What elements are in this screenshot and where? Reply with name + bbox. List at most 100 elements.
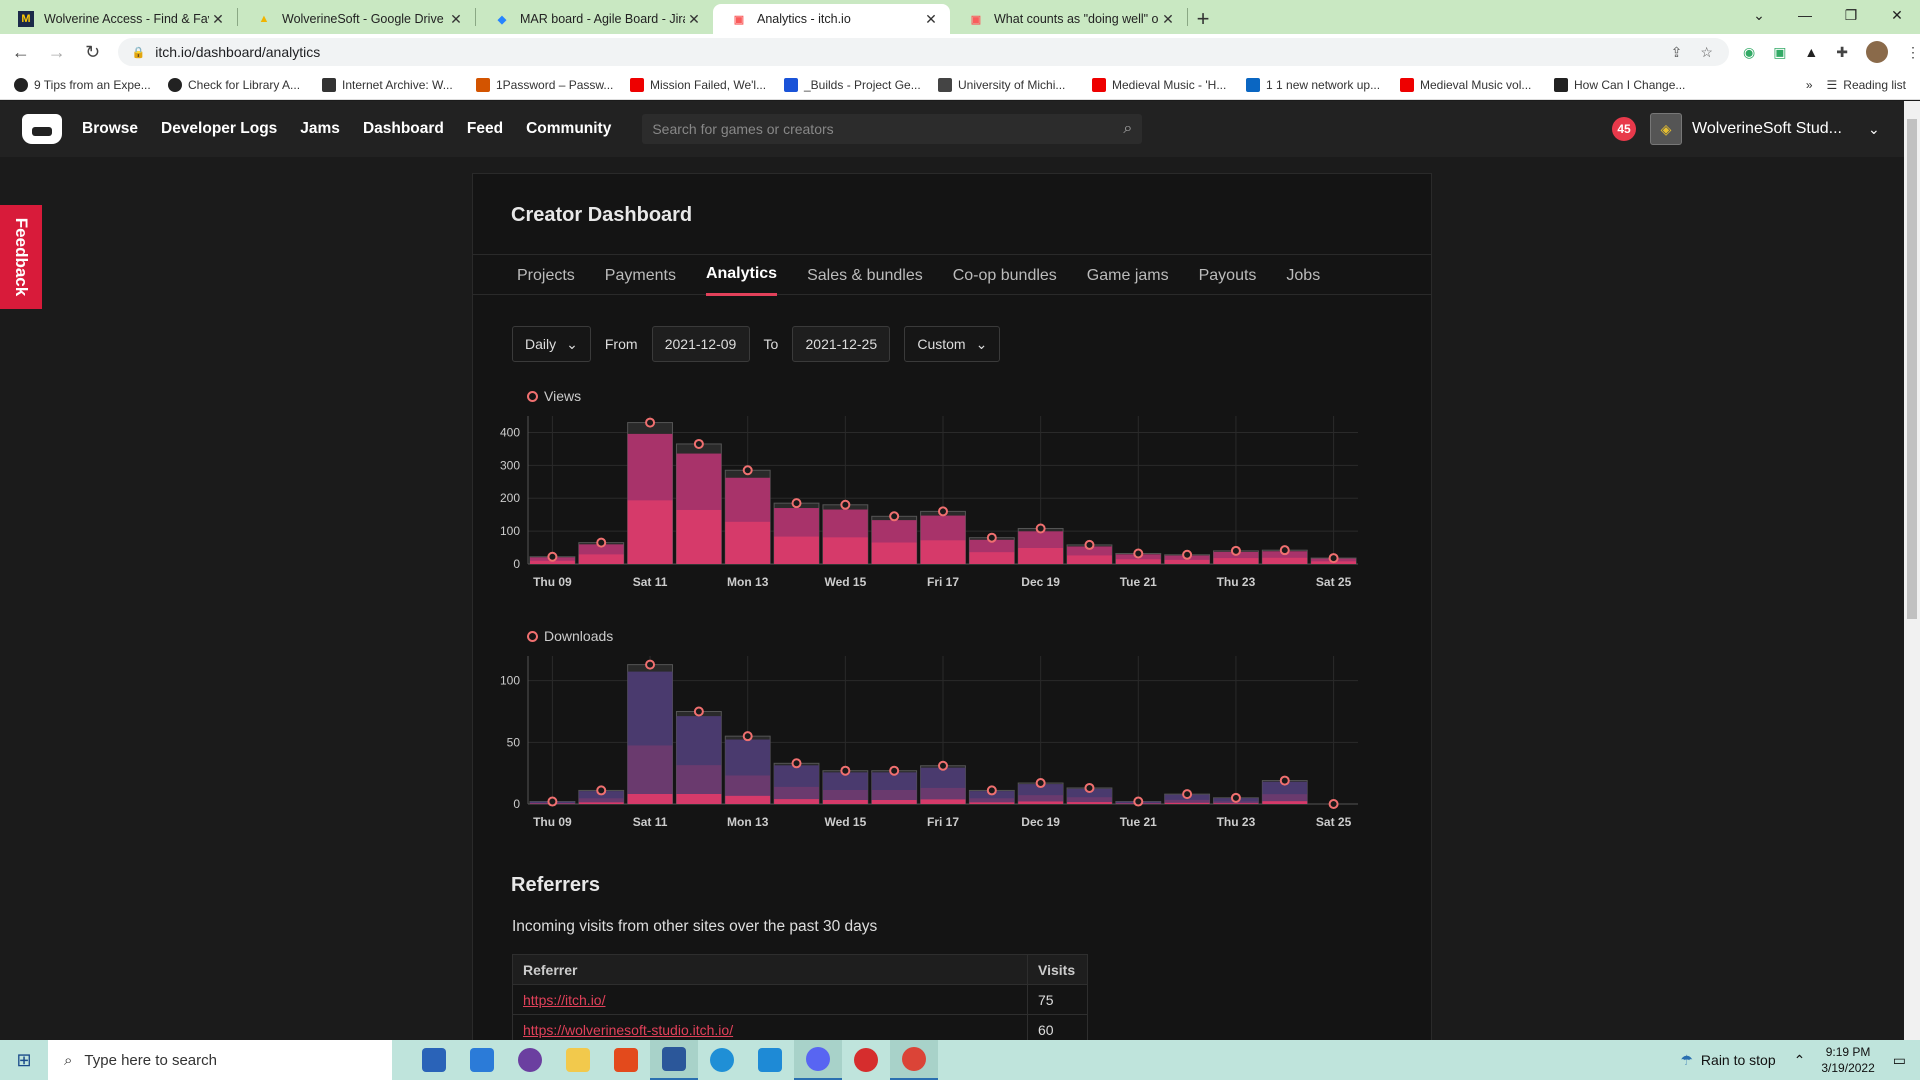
file-explorer-icon[interactable] xyxy=(554,1040,602,1080)
url-bar[interactable]: 🔒 itch.io/dashboard/analytics ⇪ ☆ xyxy=(117,38,1729,66)
notifications-icon[interactable]: ▭ xyxy=(1893,1052,1906,1069)
data-point xyxy=(547,551,558,562)
data-point xyxy=(840,765,851,776)
user-menu[interactable]: ◈ WolverineSoft Stud... ⌄ xyxy=(1650,113,1880,145)
forward-icon[interactable]: → xyxy=(42,42,72,63)
range-select[interactable]: Custom ⌄ xyxy=(904,326,1001,362)
extension-icon[interactable]: ▲ xyxy=(1804,44,1818,60)
extension-icon[interactable]: ▣ xyxy=(1773,44,1786,61)
nav-browse[interactable]: Browse xyxy=(82,120,138,138)
weather-text[interactable]: Rain to stop xyxy=(1701,1052,1776,1068)
menu-icon[interactable]: ⋮ xyxy=(1906,44,1920,61)
bookmark-star-icon[interactable]: ☆ xyxy=(1700,44,1713,61)
chrome-icon[interactable] xyxy=(890,1040,938,1080)
scrollbar[interactable] xyxy=(1904,101,1920,1041)
chevron-down-icon[interactable]: ⌄ xyxy=(1868,121,1880,138)
date-controls: Daily ⌄ From 2021-12-09 To 2021-12-25 Cus… xyxy=(512,326,1001,362)
office-icon[interactable] xyxy=(602,1040,650,1080)
share-icon[interactable]: ⇪ xyxy=(1671,44,1683,61)
x-tick-label: Sat 11 xyxy=(633,815,668,829)
bookmarks-overflow-icon[interactable]: » xyxy=(1806,78,1813,92)
bar-segment xyxy=(1164,559,1210,564)
search-icon[interactable]: ⌕ xyxy=(1123,120,1132,138)
bookmark[interactable]: How Can I Change... xyxy=(1554,77,1694,92)
windows-start-icon[interactable]: ⊞ xyxy=(0,1050,48,1071)
weather-icon[interactable]: ☂ xyxy=(1680,1052,1693,1069)
interval-select[interactable]: Daily ⌄ xyxy=(512,326,591,362)
avatar: ◈ xyxy=(1650,113,1682,145)
minimize-icon[interactable]: — xyxy=(1782,0,1828,30)
bookmark[interactable]: Medieval Music vol... xyxy=(1400,77,1540,92)
new-tab-icon[interactable]: + xyxy=(1188,4,1218,34)
clock[interactable]: 9:19 PM 3/19/2022 xyxy=(1821,1044,1874,1076)
puzzle-icon[interactable]: ✚ xyxy=(1836,44,1848,61)
tray-chevron-icon[interactable]: ⌃ xyxy=(1794,1052,1806,1069)
from-date-input[interactable]: 2021-12-09 xyxy=(651,326,750,362)
close-icon[interactable]: ✕ xyxy=(209,11,227,28)
bar-segment xyxy=(1018,548,1064,564)
y-tick-label: 200 xyxy=(500,491,520,505)
tab-game-jams[interactable]: Game jams xyxy=(1087,255,1169,296)
tab-projects[interactable]: Projects xyxy=(517,255,575,296)
browser-tab[interactable]: ◆ MAR board - Agile Board - Jira ✕ xyxy=(476,4,713,34)
close-icon[interactable]: ✕ xyxy=(922,11,940,28)
from-label: From xyxy=(604,336,638,352)
window-close-icon[interactable]: ✕ xyxy=(1874,0,1920,30)
profile-avatar[interactable] xyxy=(1866,41,1889,63)
close-icon[interactable]: ✕ xyxy=(1159,11,1177,28)
bookmark[interactable]: Medieval Music - 'H... xyxy=(1092,77,1232,92)
data-point xyxy=(1133,796,1144,807)
feedback-button[interactable]: Feedback xyxy=(0,205,42,309)
reading-list[interactable]: ☰ Reading list xyxy=(1827,78,1906,92)
vscode-icon[interactable] xyxy=(746,1040,794,1080)
nav-feed[interactable]: Feed xyxy=(467,120,503,138)
taskbar-search[interactable]: ⌕ Type here to search xyxy=(48,1040,392,1080)
github-icon[interactable] xyxy=(506,1040,554,1080)
tab-analytics[interactable]: Analytics xyxy=(705,255,778,296)
notification-badge[interactable]: 45 xyxy=(1612,117,1636,141)
reload-icon[interactable]: ↻ xyxy=(78,42,108,63)
bookmark[interactable]: 1Password – Passw... xyxy=(476,77,616,92)
bookmark[interactable]: 9 Tips from an Expe... xyxy=(14,77,154,92)
browser-tab[interactable]: ▲ WolverineSoft - Google Drive ✕ xyxy=(238,4,475,34)
bookmark[interactable]: University of Michi... xyxy=(938,77,1078,92)
tab-search-icon[interactable]: ⌄ xyxy=(1736,0,1782,30)
tab-sales-bundles[interactable]: Sales & bundles xyxy=(807,255,923,296)
referrer-link[interactable]: https://itch.io/ xyxy=(523,992,605,1008)
close-icon[interactable]: ✕ xyxy=(447,11,465,28)
bookmark[interactable]: Mission Failed, We'l... xyxy=(630,77,770,92)
word-icon[interactable] xyxy=(650,1040,698,1080)
lock-icon[interactable]: 🔒 xyxy=(132,46,146,59)
bookmark[interactable]: Internet Archive: W... xyxy=(322,77,462,92)
browser-tab[interactable]: ▣ What counts as "doing well" on itch ✕ xyxy=(950,4,1187,34)
back-icon[interactable]: ← xyxy=(6,42,36,63)
x-tick-label: Thu 09 xyxy=(533,575,572,589)
extension-icon[interactable]: ◉ xyxy=(1743,44,1755,61)
bookmark[interactable]: Check for Library A... xyxy=(168,77,308,92)
nav-community[interactable]: Community xyxy=(526,120,611,138)
referrer-link[interactable]: https://wolverinesoft-studio.itch.io/ xyxy=(523,1022,733,1038)
search-input[interactable] xyxy=(652,121,1124,137)
browser-tab-active[interactable]: ▣ Analytics - itch.io ✕ xyxy=(713,4,950,34)
store-icon[interactable] xyxy=(410,1040,458,1080)
bookmark[interactable]: 1 1 new network up... xyxy=(1246,77,1386,92)
mail-icon[interactable] xyxy=(458,1040,506,1080)
browser-tab[interactable]: M Wolverine Access - Find & Favorites ✕ xyxy=(0,4,237,34)
tab-payments[interactable]: Payments xyxy=(605,255,676,296)
close-icon[interactable]: ✕ xyxy=(685,11,703,28)
itch-logo-icon[interactable] xyxy=(22,114,62,144)
edge-icon[interactable] xyxy=(698,1040,746,1080)
itch-icon: ▣ xyxy=(733,13,745,26)
scrollbar-thumb[interactable] xyxy=(1907,119,1917,619)
app-icon[interactable] xyxy=(842,1040,890,1080)
nav-jams[interactable]: Jams xyxy=(300,120,340,138)
nav-developer-logs[interactable]: Developer Logs xyxy=(161,120,277,138)
restore-icon[interactable]: ❐ xyxy=(1828,0,1874,30)
discord-icon[interactable] xyxy=(794,1040,842,1080)
bookmark[interactable]: _Builds - Project Ge... xyxy=(784,77,924,92)
tab-jobs[interactable]: Jobs xyxy=(1286,255,1320,296)
to-date-input[interactable]: 2021-12-25 xyxy=(792,326,891,362)
tab-coop-bundles[interactable]: Co-op bundles xyxy=(953,255,1057,296)
nav-dashboard[interactable]: Dashboard xyxy=(363,120,444,138)
tab-payouts[interactable]: Payouts xyxy=(1199,255,1257,296)
